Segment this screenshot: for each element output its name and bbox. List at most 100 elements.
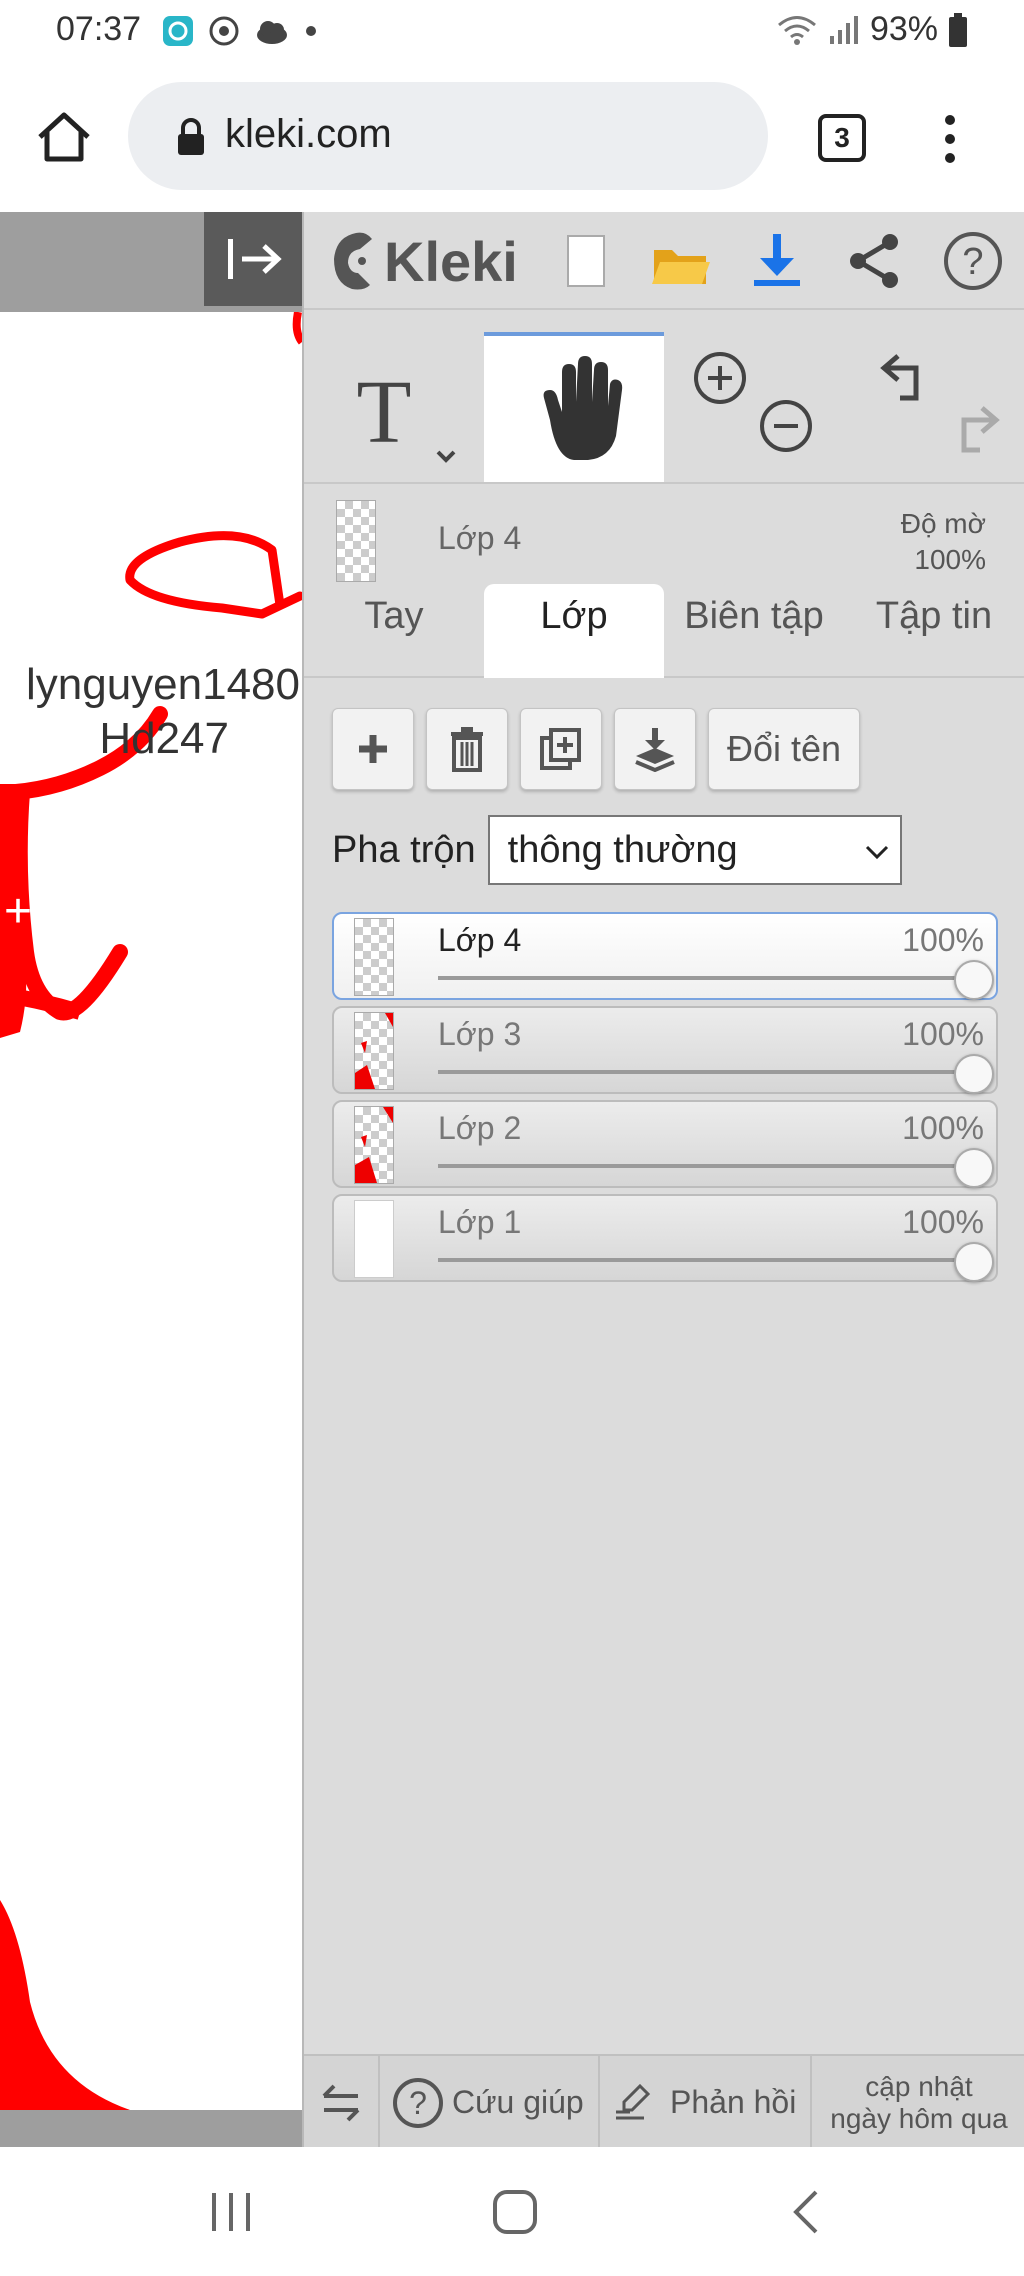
home-nav-icon[interactable] (490, 2187, 540, 2237)
help-button[interactable]: ? Cứu giúp (380, 2056, 600, 2149)
new-canvas-icon[interactable] (554, 230, 616, 292)
kleki-topbar: Kleki ? (304, 212, 1024, 310)
hand-tool-button[interactable] (484, 332, 664, 482)
layer-opacity-slider[interactable] (438, 1070, 958, 1074)
layer-3-thumbnail (354, 1012, 394, 1090)
opacity-value: 100% (914, 544, 986, 575)
zoom-out-icon[interactable] (756, 396, 816, 456)
layer-item-1[interactable]: Lớp 1 100% (332, 1194, 998, 1282)
current-layer-name: Lớp 4 (438, 520, 522, 556)
tool-row: T (304, 332, 1024, 482)
zoom-buttons (664, 332, 844, 482)
home-icon[interactable] (34, 107, 94, 167)
settings-notification-icon (209, 16, 239, 46)
merge-down-button[interactable] (614, 708, 696, 790)
kleki-logo[interactable]: Kleki (326, 226, 518, 296)
feedback-pen-icon (616, 2083, 651, 2119)
update-line2: ngày hôm qua (830, 2102, 1008, 2134)
layer-3-preview (355, 1013, 393, 1089)
cloud-icon (257, 21, 287, 44)
layer-2-thumbnail (354, 1106, 394, 1184)
share-icon[interactable] (844, 230, 906, 292)
current-layer-opacity: Độ mờ 100% (901, 506, 986, 578)
layer-item-2[interactable]: Lớp 2 100% (332, 1100, 998, 1188)
layer-opacity-slider[interactable] (438, 1258, 958, 1262)
zoom-in-icon[interactable] (690, 348, 750, 408)
opacity-label: Độ mờ (900, 508, 986, 539)
layer-opacity-knob[interactable] (954, 1242, 994, 1282)
duplicate-layer-button[interactable] (520, 708, 602, 790)
feedback-label: Phản hồi (670, 2084, 797, 2120)
wifi-icon (777, 15, 816, 45)
add-layer-button[interactable] (332, 708, 414, 790)
swap-arrows-icon (322, 2084, 360, 2121)
kleki-logo-icon (334, 232, 372, 290)
chevron-down-icon (865, 845, 888, 860)
tab-file[interactable]: Tập tin (844, 584, 1024, 678)
layer-name: Lớp 4 (438, 922, 522, 958)
rename-layer-button[interactable]: Đổi tên (708, 708, 860, 790)
layer-opacity-knob[interactable] (954, 1054, 994, 1094)
svg-text:?: ? (409, 2085, 427, 2121)
app-notification-icon (163, 16, 193, 46)
plus-icon (359, 735, 387, 763)
undo-icon[interactable] (876, 348, 936, 408)
system-nav-bar (0, 2147, 1024, 2276)
layer-opacity: 100% (902, 1204, 984, 1240)
svg-text:?: ? (962, 241, 983, 283)
url-text: kleki.com (225, 112, 392, 156)
status-right: 93% (776, 10, 968, 49)
panel-footer: ? Cứu giúp Phản hồi cập nhật ngày hôm qu… (304, 2054, 1024, 2149)
layer-name: Lớp 1 (438, 1204, 522, 1240)
address-bar[interactable]: kleki.com (128, 82, 768, 190)
trash-icon (451, 727, 483, 772)
redo-icon[interactable] (944, 398, 1004, 458)
current-layer-thumbnail (336, 500, 376, 582)
canvas-text-line1: lynguyen1480 (25, 660, 300, 709)
panel-tabs: Tay Lớp Biên tập Tập tin (304, 584, 1024, 678)
layer-2-preview (355, 1107, 393, 1183)
download-icon[interactable] (746, 230, 808, 292)
help-icon[interactable]: ? (942, 230, 1004, 292)
tab-brush[interactable]: Tay (304, 584, 484, 678)
red-drawing: + (0, 312, 302, 2110)
drawing-canvas[interactable]: + lynguyen1480 Hd247 (0, 212, 302, 2147)
recent-apps-icon[interactable] (206, 2189, 256, 2235)
layer-item-3[interactable]: Lớp 3 100% (332, 1006, 998, 1094)
canvas-bottom-bar (0, 2110, 302, 2147)
tab-edit[interactable]: Biên tập (664, 584, 844, 678)
collapse-panel-button[interactable] (204, 212, 302, 306)
blend-mode-select[interactable]: thông thường (487, 815, 902, 885)
status-bar: 07:37 93% (0, 0, 1024, 62)
update-info[interactable]: cập nhật ngày hôm qua (812, 2056, 1024, 2149)
layer-opacity: 100% (902, 1016, 984, 1052)
signal-icon (829, 15, 858, 44)
tab-switcher-button[interactable]: 3 (818, 114, 866, 162)
text-tool-button[interactable]: T (304, 332, 484, 482)
layer-opacity-slider[interactable] (438, 1164, 958, 1168)
back-icon[interactable] (786, 2187, 826, 2237)
layer-opacity-knob[interactable] (954, 1148, 994, 1188)
tab-layers[interactable]: Lớp (484, 584, 664, 678)
open-folder-icon[interactable] (650, 230, 712, 292)
layer-opacity-slider[interactable] (438, 976, 958, 980)
layer-item-4[interactable]: Lớp 4 100% (332, 912, 998, 1000)
help-label: Cứu giúp (452, 2084, 584, 2120)
lock-icon (178, 118, 204, 155)
layer-opacity: 100% (902, 922, 984, 958)
collapse-arrow-icon (228, 239, 282, 279)
layer-opacity-knob[interactable] (954, 960, 994, 1000)
kleki-logo-text: Kleki (384, 229, 518, 293)
layer-actions: Đổi tên (332, 708, 860, 790)
blend-mode-value: thông thường (507, 829, 738, 871)
layer-name: Lớp 2 (438, 1110, 522, 1146)
canvas-text-line2: Hd247 (99, 714, 229, 763)
more-menu-icon[interactable] (932, 112, 968, 166)
swap-side-button[interactable] (304, 2056, 380, 2149)
delete-layer-button[interactable] (426, 708, 508, 790)
undo-redo-buttons (844, 332, 1024, 482)
layer-1-thumbnail (354, 1200, 394, 1278)
merge-down-icon (635, 728, 675, 772)
feedback-button[interactable]: Phản hồi (600, 2056, 812, 2149)
hand-icon (543, 356, 623, 460)
